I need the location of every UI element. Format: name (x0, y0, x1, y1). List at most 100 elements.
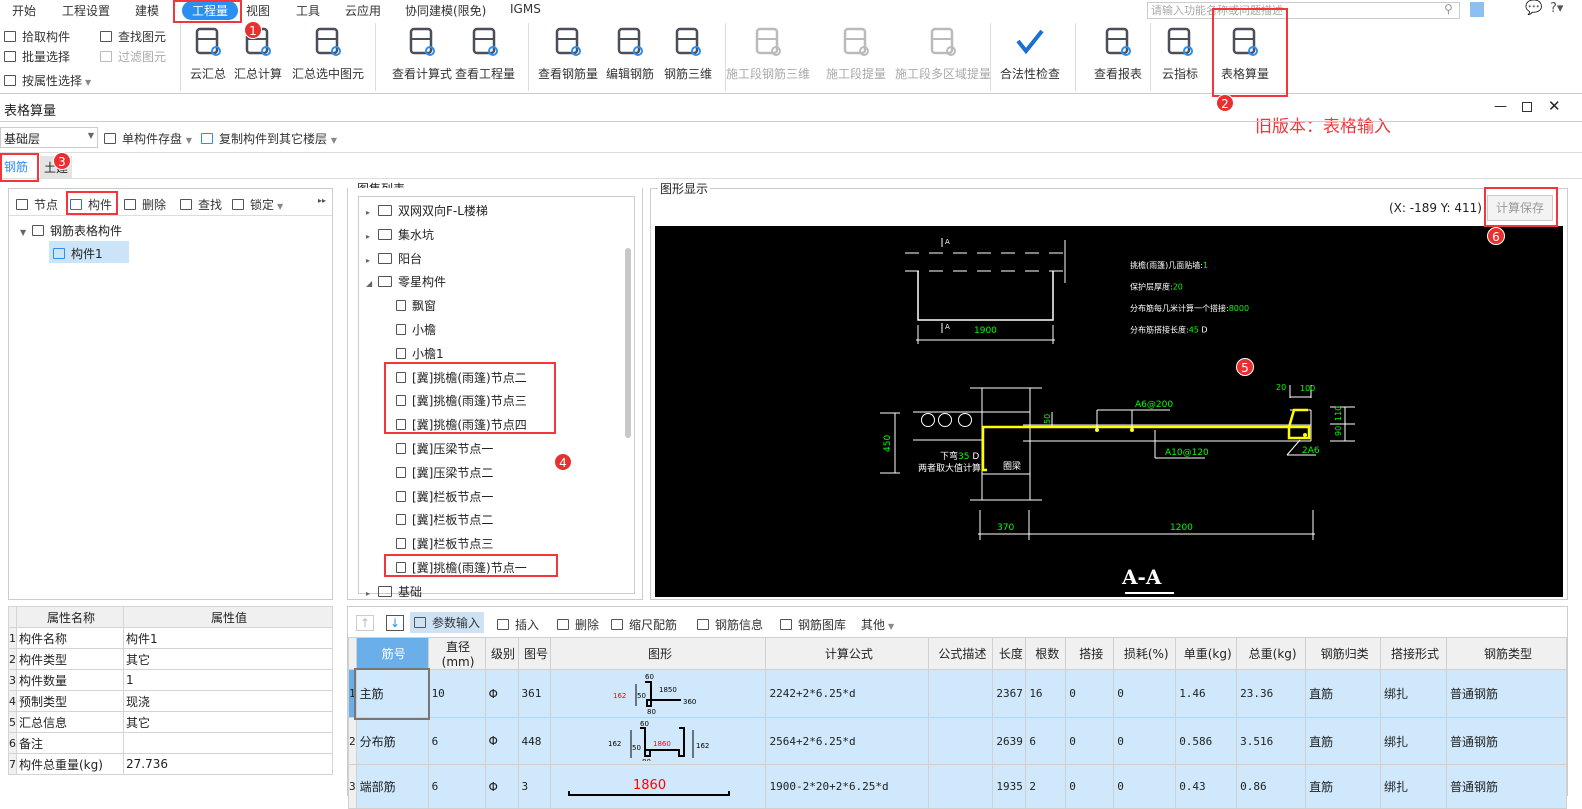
grid-cell[interactable]: 绑扎 (1380, 764, 1447, 809)
ribbon-button-check[interactable]: 合法性检查 (1000, 25, 1060, 82)
atlas-item[interactable]: 小檐 (396, 321, 436, 338)
left-tool-0[interactable]: 节点 (16, 196, 58, 213)
atlas-item[interactable]: [冀]挑檐(雨篷)节点四 (396, 416, 527, 433)
atlas-item[interactable]: [冀]挑檐(雨篷)节点二 (396, 369, 527, 386)
menu-8[interactable]: IGMS (510, 2, 541, 16)
grid-tool-6[interactable]: 其他 ▼ (861, 616, 894, 633)
grid-cell[interactable]: 直筋 (1305, 717, 1382, 765)
left-tool-2[interactable]: 删除 (124, 196, 166, 213)
grid-cell[interactable]: 6 (1025, 717, 1067, 765)
menu-5[interactable]: 工具 (296, 2, 320, 19)
ribbon-button-sigma-cursor[interactable]: 汇总选中图元 (292, 25, 364, 82)
grid-cell[interactable]: 端部筋 (355, 764, 429, 809)
grid-header-cell[interactable]: 钢筋归类 (1305, 637, 1382, 670)
help-icon[interactable]: ?▾ (1550, 1, 1563, 16)
atlas-item[interactable]: [冀]挑檐(雨篷)节点三 (396, 392, 527, 409)
grid-header-cell[interactable]: 损耗(%) (1113, 637, 1177, 670)
grid-cell[interactable]: 绑扎 (1380, 669, 1447, 718)
search-input[interactable]: 请输入功能名称或问题描述 (1147, 2, 1460, 19)
property-value[interactable]: 现浇 (123, 690, 333, 712)
ribbon-button-report[interactable]: 查看报表 (1094, 25, 1142, 82)
menu-1[interactable]: 工程设置 (62, 2, 110, 19)
atlas-item[interactable]: ▸ 双网双向F-L楼梯 (366, 202, 488, 219)
grid-header-cell[interactable]: 公式描述 (928, 637, 994, 670)
property-row[interactable]: 2 构件类型 其它 (8, 648, 333, 670)
rebar-shape-cell[interactable]: 162 50 60 1850 360 80 (550, 669, 767, 718)
left-tool-3[interactable]: 查找 (180, 196, 222, 213)
menu-7[interactable]: 协同建模(限免) (405, 2, 486, 19)
menu-6[interactable]: 云应用 (345, 2, 381, 19)
grid-cell[interactable]: 6 (427, 717, 486, 765)
atlas-item[interactable]: 小檐1 (396, 345, 444, 362)
grid-cell[interactable]: Φ (484, 717, 519, 765)
grid-cell[interactable]: 1935 (992, 764, 1027, 809)
grid-header-cell[interactable]: 计算公式 (765, 637, 930, 670)
grid-cell[interactable]: 直筋 (1305, 669, 1382, 718)
grid-header-cell[interactable]: 搭接形式 (1380, 637, 1447, 670)
atlas-item[interactable]: ▸ 阳台 (366, 250, 422, 267)
close-icon[interactable]: ✕ (1548, 97, 1561, 115)
menu-0[interactable]: 开始 (12, 2, 36, 19)
atlas-item[interactable]: ▸ 集水坑 (366, 226, 434, 243)
ribbon-button-stage-rebar-3d[interactable]: 施工段钢筋三维 (726, 25, 810, 82)
atlas-item[interactable]: [冀]栏板节点一 (396, 488, 493, 505)
grid-cell[interactable]: 普通钢筋 (1445, 669, 1568, 718)
grid-header-cell[interactable]: 级别 (484, 637, 519, 670)
grid-cell[interactable]: 448 (517, 717, 552, 765)
atlas-item[interactable]: ◢ 零星构件 (366, 273, 446, 290)
grid-cell[interactable]: 分布筋 (355, 717, 429, 765)
property-row[interactable]: 3 构件数量 1 (8, 669, 333, 691)
grid-header-cell[interactable]: 筋号 (355, 637, 429, 670)
search-icon[interactable]: ⚲ (1444, 2, 1453, 16)
grid-cell[interactable]: 0 (1113, 717, 1177, 765)
grid-cell[interactable]: 0 (1065, 717, 1115, 765)
expand-icon[interactable]: ▸▸ (318, 196, 326, 205)
property-row[interactable]: 7 构件总重量(kg) 27.736 (8, 753, 333, 775)
ribbon-button-stage-quantity[interactable]: 施工段提量 (826, 25, 886, 82)
property-row[interactable]: 4 预制类型 现浇 (8, 690, 333, 712)
grid-cell[interactable] (928, 764, 994, 809)
grid-cell[interactable]: 1.46 (1175, 669, 1238, 718)
atlas-item[interactable]: 飘窗 (396, 297, 436, 314)
property-value[interactable]: 27.736 (123, 753, 333, 775)
grid-cell[interactable]: 6 (427, 764, 486, 809)
grid-cell[interactable]: 绑扎 (1380, 717, 1447, 765)
table-row[interactable]: 3 端部筋 6 Φ 3 1860 1900-2*20+2*6.25*d 1935 2 0 0 0.43… (348, 764, 1568, 809)
grid-cell[interactable]: 0.86 (1236, 764, 1307, 809)
ribbon-button-table-edit[interactable]: 表格算量 (1221, 25, 1269, 82)
grid-cell[interactable]: 23.36 (1236, 669, 1307, 718)
property-value[interactable]: 其它 (123, 711, 333, 733)
grid-tool-5[interactable]: 钢筋图库 (780, 616, 846, 633)
left-tool-1[interactable]: 构件 (70, 196, 112, 213)
grid-cell[interactable]: 0 (1065, 669, 1115, 718)
message-icon[interactable]: 💬 (1525, 0, 1542, 16)
property-value[interactable]: 其它 (123, 648, 333, 670)
grid-cell[interactable]: 0 (1113, 764, 1177, 809)
atlas-item[interactable]: [冀]栏板节点二 (396, 511, 493, 528)
menu-2[interactable]: 建模 (135, 2, 159, 19)
atlas-item[interactable]: [冀]挑檐(雨篷)节点一 (396, 559, 527, 576)
ribbon-button-rebar-view[interactable]: 查看钢筋量 (538, 25, 598, 82)
grid-cell[interactable]: 0 (1113, 669, 1177, 718)
menu-3[interactable]: 工程量 (182, 1, 239, 20)
ribbon-small-2[interactable]: 按属性选择 ▼ (4, 72, 91, 89)
ribbon-button-edit-rebar[interactable]: 编辑钢筋 (606, 25, 654, 82)
grid-header-cell[interactable]: 总重(kg) (1236, 637, 1307, 670)
grid-tool-3[interactable]: 缩尺配筋 (611, 616, 677, 633)
left-tool-4[interactable]: 锁定 ▼ (232, 196, 283, 213)
rebar-shape-cell[interactable]: 1860 (550, 764, 767, 809)
ribbon-button-stage-multi-area[interactable]: 施工段多区域提量 (895, 25, 991, 82)
grid-cell[interactable]: Φ (484, 669, 519, 718)
grid-header-cell[interactable]: 搭接 (1065, 637, 1115, 670)
grid-cell[interactable]: 普通钢筋 (1445, 717, 1568, 765)
tree-root[interactable]: ▼ 钢筋表格构件 (20, 222, 122, 239)
grid-cell[interactable]: 0.586 (1175, 717, 1238, 765)
grid-header-cell[interactable]: 图形 (550, 637, 767, 670)
minimize-icon[interactable]: — (1494, 99, 1507, 114)
calculate-save-button[interactable]: 计算保存 (1487, 195, 1553, 221)
ribbon-button-quantity-view[interactable]: 查看工程量 (455, 25, 515, 82)
grid-cell[interactable]: 2564+2*6.25*d (765, 717, 930, 765)
move-down-icon[interactable]: ↓ (386, 615, 405, 631)
grid-cell[interactable]: 0.43 (1175, 764, 1238, 809)
grid-cell[interactable]: 2367 (992, 669, 1027, 718)
